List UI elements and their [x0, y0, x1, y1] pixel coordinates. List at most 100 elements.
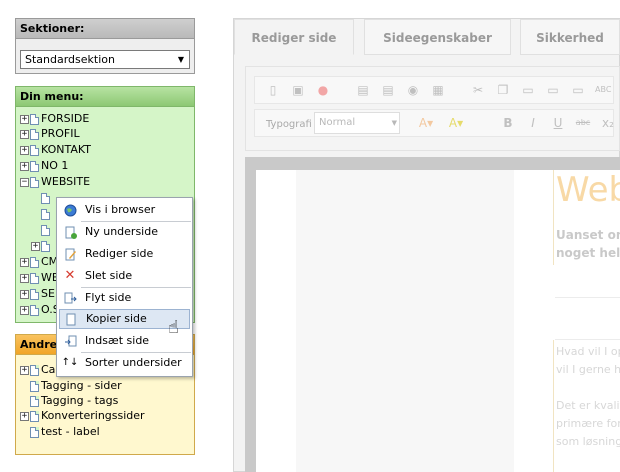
tree-item-website[interactable]: − WEBSITE: [20, 174, 90, 190]
tree-child-item[interactable]: [41, 190, 52, 206]
paste-icon[interactable]: ▭: [520, 82, 536, 98]
expand-icon[interactable]: +: [20, 289, 29, 299]
page-icon: [41, 224, 50, 236]
page-icon: [30, 288, 39, 300]
expand-icon[interactable]: +: [20, 365, 29, 375]
cancel-icon[interactable]: ●: [315, 82, 331, 98]
page-icon: [30, 176, 39, 188]
tab-sideegenskaber[interactable]: Sideegenskaber: [364, 19, 511, 55]
page-icon: [30, 113, 39, 125]
save-icon[interactable]: ▣: [290, 82, 306, 98]
tree-child-item[interactable]: [41, 222, 52, 238]
document-text: vil I gerne ha: [556, 363, 620, 376]
bg-color-icon[interactable]: A▾: [445, 115, 467, 131]
bold-icon[interactable]: B: [500, 115, 516, 131]
tree-item-konverteringssider[interactable]: + Konverteringssider: [20, 408, 145, 424]
expand-icon[interactable]: +: [31, 241, 40, 251]
document-text: Det er kvalit: [556, 399, 620, 412]
subscript-icon[interactable]: x₂: [600, 115, 616, 131]
tree-item-label: Konverteringssider: [41, 409, 145, 422]
collapse-icon[interactable]: −: [20, 177, 29, 187]
column-divider: [553, 170, 554, 265]
paste-word-icon[interactable]: ▭: [570, 82, 586, 98]
tree-child-item[interactable]: [41, 206, 52, 222]
tree-item-tagging-tags[interactable]: Tagging - tags: [30, 393, 118, 409]
template-icon[interactable]: ▤: [355, 82, 371, 98]
page-icon: [30, 364, 39, 376]
document-left-column: [296, 170, 514, 472]
menu-item-label: Vis i browser: [85, 203, 156, 216]
menu-item-label: Kopier side: [86, 312, 147, 325]
font-label: Typografi: [266, 119, 312, 130]
tree-item-label: PROFIL: [41, 127, 80, 140]
expand-icon[interactable]: +: [20, 257, 29, 267]
tree-item-test-label[interactable]: test - label: [30, 424, 100, 440]
document-text: primære for: [556, 417, 620, 430]
document-text: Hvad vil I op: [556, 345, 620, 358]
toolbar-row-1: ▯ ▣ ● ▤ ▤ ◉ ▦ ✂ ❐ ▭ ▭ ▭ ABC: [254, 76, 614, 104]
strikethrough-icon[interactable]: abc: [575, 115, 591, 131]
chevron-down-icon[interactable]: ▼: [173, 51, 189, 68]
underline-icon[interactable]: U: [550, 115, 566, 131]
expand-icon[interactable]: +: [20, 305, 29, 315]
context-menu: Vis i browser Ny underside Rediger side …: [56, 197, 193, 377]
page-icon: [30, 256, 39, 268]
style-select[interactable]: Normal ▼: [314, 112, 400, 134]
text-color-icon[interactable]: A▾: [415, 115, 437, 131]
expand-icon[interactable]: +: [20, 114, 29, 124]
menu-item-label: Rediger side: [85, 247, 154, 260]
divider: [555, 297, 620, 298]
copy-page-icon: [64, 312, 78, 326]
menu-item-rediger-side[interactable]: Rediger side: [59, 244, 190, 264]
tree-item-kontakt[interactable]: + KONTAKT: [20, 142, 91, 158]
edit-page-icon: [63, 247, 77, 261]
properties-icon[interactable]: ▦: [430, 82, 446, 98]
tree-item-label: test - label: [41, 425, 100, 438]
tree-item-tagging-sider[interactable]: Tagging - sider: [30, 378, 122, 394]
document-text: som løsning: [556, 435, 620, 448]
italic-icon[interactable]: I: [525, 115, 541, 131]
section-select[interactable]: Standardsektion ▼: [20, 50, 190, 69]
menu-item-ny-underside[interactable]: Ny underside: [59, 222, 190, 242]
move-page-icon: [63, 291, 77, 305]
tree-item-se[interactable]: + SE: [20, 286, 55, 302]
tree-item-forside[interactable]: + FORSIDE: [20, 111, 89, 127]
expand-icon[interactable]: +: [20, 145, 29, 155]
tab-sikkerhed[interactable]: Sikkerhed: [520, 19, 620, 55]
tab-rediger-side[interactable]: Rediger side: [234, 19, 354, 55]
tree-item-ca[interactable]: + Ca: [20, 362, 55, 378]
menu-item-flyt-side[interactable]: Flyt side: [59, 288, 190, 308]
tree-item-no1[interactable]: + NO 1: [20, 158, 68, 174]
expand-icon[interactable]: +: [20, 129, 29, 139]
cut-icon[interactable]: ✂: [470, 82, 486, 98]
globe-icon: [63, 203, 77, 217]
menu-item-sorter-undersider[interactable]: ↑↓ Sorter undersider: [59, 353, 190, 373]
chevron-down-icon[interactable]: ▼: [392, 113, 397, 133]
tree-child-item[interactable]: +: [31, 238, 52, 254]
expand-icon[interactable]: +: [20, 411, 29, 421]
template-edit-icon[interactable]: ▤: [380, 82, 396, 98]
tree-item-label: WEBSITE: [41, 175, 91, 188]
tree-item-os[interactable]: + O.S: [20, 302, 60, 318]
page-icon: [41, 192, 50, 204]
expand-icon[interactable]: +: [20, 273, 29, 283]
menu-item-slet-side[interactable]: ✕ Slet side: [59, 266, 190, 286]
copy-icon[interactable]: ❐: [495, 82, 511, 98]
paste-text-icon[interactable]: ▭: [545, 82, 561, 98]
new-page-icon: [63, 225, 77, 239]
expand-icon[interactable]: +: [20, 161, 29, 171]
page-icon: [30, 304, 39, 316]
menu-item-label: Slet side: [85, 269, 133, 282]
new-doc-icon[interactable]: ▯: [265, 82, 281, 98]
spellcheck-icon[interactable]: ABC: [595, 82, 611, 98]
page-icon: [30, 160, 39, 172]
menu-item-vis-i-browser[interactable]: Vis i browser: [59, 200, 190, 220]
tree-item-profil[interactable]: + PROFIL: [20, 126, 80, 142]
preview-icon[interactable]: ◉: [405, 82, 421, 98]
page-icon: [30, 395, 39, 407]
page-icon: [41, 240, 50, 252]
tree-item-we[interactable]: + WE: [20, 270, 59, 286]
tree-item-cm[interactable]: + CM: [20, 254, 58, 270]
tree-item-label: SE: [41, 287, 55, 300]
menu-title: Din menu:: [16, 87, 194, 107]
